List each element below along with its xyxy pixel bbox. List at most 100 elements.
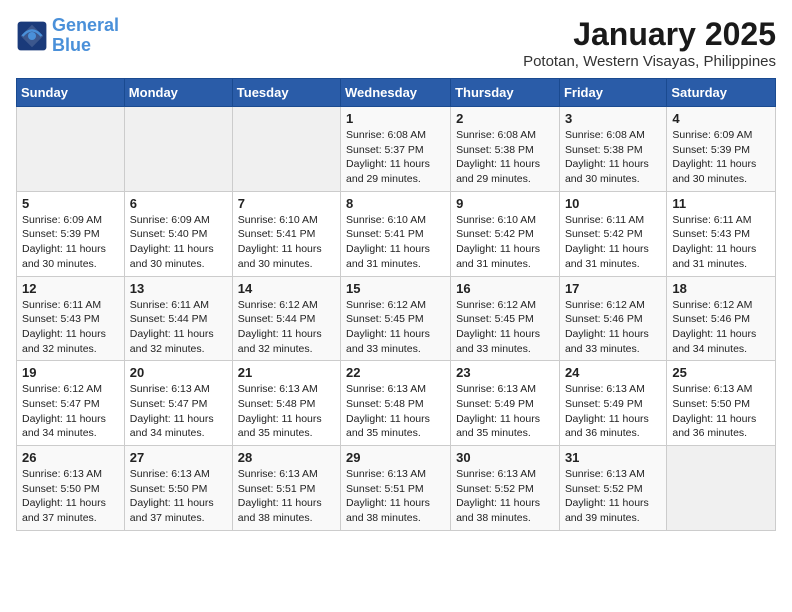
day-info: Sunrise: 6:13 AMSunset: 5:50 PMDaylight:… bbox=[22, 467, 119, 526]
day-number: 19 bbox=[22, 365, 119, 380]
day-info: Sunrise: 6:08 AMSunset: 5:38 PMDaylight:… bbox=[565, 128, 661, 187]
weekday-header-wednesday: Wednesday bbox=[341, 79, 451, 107]
day-info: Sunrise: 6:09 AMSunset: 5:39 PMDaylight:… bbox=[672, 128, 770, 187]
day-number: 11 bbox=[672, 196, 770, 211]
calendar-week-5: 26 Sunrise: 6:13 AMSunset: 5:50 PMDayligh… bbox=[17, 446, 776, 531]
calendar-cell: 29Sunrise: 6:13 AMSunset: 5:51 PMDayligh… bbox=[341, 446, 451, 531]
weekday-header-monday: Monday bbox=[124, 79, 232, 107]
day-number: 21 bbox=[238, 365, 335, 380]
day-info: Sunrise: 6:09 AMSunset: 5:40 PMDaylight:… bbox=[130, 213, 227, 272]
calendar-cell: 12 Sunrise: 6:11 AMSunset: 5:43 PMDayligh… bbox=[17, 276, 125, 361]
calendar-cell: 3 Sunrise: 6:08 AMSunset: 5:38 PMDaylight… bbox=[559, 107, 666, 192]
logo-icon bbox=[16, 20, 48, 52]
page-header: General Blue January 2025 Pototan, Weste… bbox=[16, 16, 776, 70]
day-info: Sunrise: 6:13 AMSunset: 5:51 PMDaylight:… bbox=[238, 467, 335, 526]
day-number: 16 bbox=[456, 281, 554, 296]
calendar-cell: 1Sunrise: 6:08 AMSunset: 5:37 PMDaylight… bbox=[341, 107, 451, 192]
day-number: 31 bbox=[565, 450, 661, 465]
calendar-cell: 15Sunrise: 6:12 AMSunset: 5:45 PMDayligh… bbox=[341, 276, 451, 361]
month-title: January 2025 bbox=[523, 16, 776, 53]
calendar-cell: 17 Sunrise: 6:12 AMSunset: 5:46 PMDayligh… bbox=[559, 276, 666, 361]
day-info: Sunrise: 6:12 AMSunset: 5:46 PMDaylight:… bbox=[672, 298, 770, 357]
calendar-cell: 20Sunrise: 6:13 AMSunset: 5:47 PMDayligh… bbox=[124, 361, 232, 446]
day-info: Sunrise: 6:12 AMSunset: 5:46 PMDaylight:… bbox=[565, 298, 661, 357]
calendar-cell: 27 Sunrise: 6:13 AMSunset: 5:50 PMDayligh… bbox=[124, 446, 232, 531]
day-number: 13 bbox=[130, 281, 227, 296]
day-number: 12 bbox=[22, 281, 119, 296]
calendar-cell bbox=[124, 107, 232, 192]
calendar-week-2: 5 Sunrise: 6:09 AMSunset: 5:39 PMDaylight… bbox=[17, 191, 776, 276]
calendar-cell: 23 Sunrise: 6:13 AMSunset: 5:49 PMDayligh… bbox=[451, 361, 560, 446]
day-number: 1 bbox=[346, 111, 445, 126]
day-number: 6 bbox=[130, 196, 227, 211]
day-number: 5 bbox=[22, 196, 119, 211]
calendar-cell: 6 Sunrise: 6:09 AMSunset: 5:40 PMDaylight… bbox=[124, 191, 232, 276]
day-info: Sunrise: 6:10 AMSunset: 5:42 PMDaylight:… bbox=[456, 213, 554, 272]
calendar-cell: 8Sunrise: 6:10 AMSunset: 5:41 PMDaylight… bbox=[341, 191, 451, 276]
location-title: Pototan, Western Visayas, Philippines bbox=[523, 53, 776, 70]
calendar-cell bbox=[17, 107, 125, 192]
weekday-header-saturday: Saturday bbox=[667, 79, 776, 107]
calendar-cell: 18 Sunrise: 6:12 AMSunset: 5:46 PMDayligh… bbox=[667, 276, 776, 361]
calendar-cell: 11 Sunrise: 6:11 AMSunset: 5:43 PMDayligh… bbox=[667, 191, 776, 276]
day-number: 25 bbox=[672, 365, 770, 380]
calendar-week-1: 1Sunrise: 6:08 AMSunset: 5:37 PMDaylight… bbox=[17, 107, 776, 192]
calendar-week-3: 12 Sunrise: 6:11 AMSunset: 5:43 PMDayligh… bbox=[17, 276, 776, 361]
day-info: Sunrise: 6:08 AMSunset: 5:38 PMDaylight:… bbox=[456, 128, 554, 187]
calendar-cell: 14Sunrise: 6:12 AMSunset: 5:44 PMDayligh… bbox=[232, 276, 340, 361]
calendar-cell: 2Sunrise: 6:08 AMSunset: 5:38 PMDaylight… bbox=[451, 107, 560, 192]
calendar-cell: 22 Sunrise: 6:13 AMSunset: 5:48 PMDayligh… bbox=[341, 361, 451, 446]
day-number: 29 bbox=[346, 450, 445, 465]
day-info: Sunrise: 6:13 AMSunset: 5:48 PMDaylight:… bbox=[238, 382, 335, 441]
calendar-cell bbox=[232, 107, 340, 192]
day-number: 22 bbox=[346, 365, 445, 380]
day-number: 17 bbox=[565, 281, 661, 296]
day-number: 28 bbox=[238, 450, 335, 465]
calendar-cell: 10 Sunrise: 6:11 AMSunset: 5:42 PMDayligh… bbox=[559, 191, 666, 276]
day-number: 26 bbox=[22, 450, 119, 465]
day-info: Sunrise: 6:11 AMSunset: 5:43 PMDaylight:… bbox=[672, 213, 770, 272]
calendar-cell: 26 Sunrise: 6:13 AMSunset: 5:50 PMDayligh… bbox=[17, 446, 125, 531]
calendar-cell: 5 Sunrise: 6:09 AMSunset: 5:39 PMDaylight… bbox=[17, 191, 125, 276]
calendar-table: SundayMondayTuesdayWednesdayThursdayFrid… bbox=[16, 78, 776, 531]
day-info: Sunrise: 6:12 AMSunset: 5:47 PMDaylight:… bbox=[22, 382, 119, 441]
day-number: 24 bbox=[565, 365, 661, 380]
calendar-cell: 28 Sunrise: 6:13 AMSunset: 5:51 PMDayligh… bbox=[232, 446, 340, 531]
day-info: Sunrise: 6:13 AMSunset: 5:49 PMDaylight:… bbox=[456, 382, 554, 441]
calendar-cell: 31 Sunrise: 6:13 AMSunset: 5:52 PMDayligh… bbox=[559, 446, 666, 531]
day-info: Sunrise: 6:13 AMSunset: 5:52 PMDaylight:… bbox=[565, 467, 661, 526]
day-number: 7 bbox=[238, 196, 335, 211]
day-number: 18 bbox=[672, 281, 770, 296]
day-number: 9 bbox=[456, 196, 554, 211]
calendar-cell: 16 Sunrise: 6:12 AMSunset: 5:45 PMDayligh… bbox=[451, 276, 560, 361]
calendar-week-4: 19 Sunrise: 6:12 AMSunset: 5:47 PMDayligh… bbox=[17, 361, 776, 446]
day-info: Sunrise: 6:11 AMSunset: 5:43 PMDaylight:… bbox=[22, 298, 119, 357]
calendar-cell: 24 Sunrise: 6:13 AMSunset: 5:49 PMDayligh… bbox=[559, 361, 666, 446]
day-info: Sunrise: 6:13 AMSunset: 5:52 PMDaylight:… bbox=[456, 467, 554, 526]
calendar-cell bbox=[667, 446, 776, 531]
title-block: January 2025 Pototan, Western Visayas, P… bbox=[523, 16, 776, 70]
day-info: Sunrise: 6:12 AMSunset: 5:45 PMDaylight:… bbox=[346, 298, 445, 357]
day-info: Sunrise: 6:11 AMSunset: 5:42 PMDaylight:… bbox=[565, 213, 661, 272]
day-info: Sunrise: 6:13 AMSunset: 5:50 PMDaylight:… bbox=[672, 382, 770, 441]
logo-text: General Blue bbox=[52, 16, 119, 56]
logo: General Blue bbox=[16, 16, 119, 56]
calendar-cell: 30 Sunrise: 6:13 AMSunset: 5:52 PMDayligh… bbox=[451, 446, 560, 531]
weekday-header-sunday: Sunday bbox=[17, 79, 125, 107]
day-info: Sunrise: 6:12 AMSunset: 5:45 PMDaylight:… bbox=[456, 298, 554, 357]
day-info: Sunrise: 6:13 AMSunset: 5:49 PMDaylight:… bbox=[565, 382, 661, 441]
calendar-cell: 25 Sunrise: 6:13 AMSunset: 5:50 PMDayligh… bbox=[667, 361, 776, 446]
day-number: 20 bbox=[130, 365, 227, 380]
day-info: Sunrise: 6:13 AMSunset: 5:50 PMDaylight:… bbox=[130, 467, 227, 526]
day-number: 3 bbox=[565, 111, 661, 126]
weekday-header-friday: Friday bbox=[559, 79, 666, 107]
day-number: 30 bbox=[456, 450, 554, 465]
day-number: 23 bbox=[456, 365, 554, 380]
day-number: 10 bbox=[565, 196, 661, 211]
day-number: 14 bbox=[238, 281, 335, 296]
day-number: 27 bbox=[130, 450, 227, 465]
day-info: Sunrise: 6:13 AMSunset: 5:48 PMDaylight:… bbox=[346, 382, 445, 441]
calendar-header-row: SundayMondayTuesdayWednesdayThursdayFrid… bbox=[17, 79, 776, 107]
day-info: Sunrise: 6:09 AMSunset: 5:39 PMDaylight:… bbox=[22, 213, 119, 272]
calendar-cell: 7Sunrise: 6:10 AMSunset: 5:41 PMDaylight… bbox=[232, 191, 340, 276]
